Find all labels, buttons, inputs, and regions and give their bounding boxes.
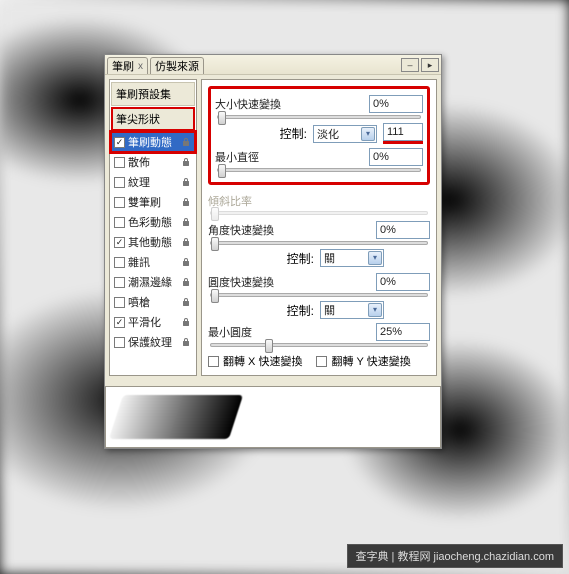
sidebar-checkbox[interactable] xyxy=(114,237,125,248)
angle-jitter-label: 角度快速變換 xyxy=(208,222,274,238)
tab-brush[interactable]: 筆刷 x xyxy=(107,57,148,74)
sidebar-checkbox[interactable] xyxy=(114,317,125,328)
sidebar-item-label: 其他動態 xyxy=(128,234,172,250)
roundness-jitter-label: 圓度快速變換 xyxy=(208,274,274,290)
sidebar-checkbox[interactable] xyxy=(114,297,125,308)
chevron-down-icon: ▾ xyxy=(368,251,382,265)
sidebar-item-8[interactable]: 噴槍 xyxy=(111,292,195,312)
sidebar-item-label: 色彩動態 xyxy=(128,214,172,230)
flip-x-label: 翻轉 X 快速變換 xyxy=(223,353,302,369)
lock-icon xyxy=(179,256,192,269)
roundness-jitter-value[interactable] xyxy=(376,273,430,291)
sidebar-item-6[interactable]: 雜訊 xyxy=(111,252,195,272)
sidebar-item-label: 雜訊 xyxy=(128,254,150,270)
min-roundness-label: 最小圓度 xyxy=(208,324,252,340)
sidebar-item-3[interactable]: 雙筆刷 xyxy=(111,192,195,212)
size-jitter-slider[interactable] xyxy=(217,115,421,119)
chevron-down-icon: ▾ xyxy=(361,127,375,141)
min-diameter-value[interactable] xyxy=(369,148,423,166)
brush-preview xyxy=(105,386,441,448)
sidebar-presets[interactable]: 筆刷預設集 xyxy=(111,82,195,106)
brush-panel: 筆刷 x 仿製來源 – ▸ 筆刷預設集 筆尖形狀 筆刷動態散佈紋理雙筆刷色彩動態… xyxy=(104,54,442,449)
lock-icon xyxy=(179,196,192,209)
panel-minimize-button[interactable]: – xyxy=(401,58,419,72)
panel-titlebar: 筆刷 x 仿製來源 – ▸ xyxy=(105,55,441,75)
sidebar-checkbox[interactable] xyxy=(114,177,125,188)
watermark: 查字典 | 教程网 jiaocheng.chazidian.com xyxy=(347,544,564,568)
tab-clone-label: 仿製來源 xyxy=(155,58,199,74)
angle-control-select[interactable]: 關 ▾ xyxy=(320,249,384,267)
flip-y-checkbox[interactable] xyxy=(316,356,327,367)
roundness-control-label: 控制: xyxy=(287,302,314,319)
min-diameter-slider[interactable] xyxy=(217,168,421,172)
min-roundness-value[interactable] xyxy=(376,323,430,341)
min-roundness-slider[interactable] xyxy=(210,343,428,347)
size-jitter-label: 大小快速變換 xyxy=(215,96,281,112)
roundness-control-select[interactable]: 關 ▾ xyxy=(320,301,384,319)
lock-icon xyxy=(179,136,192,149)
sidebar-item-label: 散佈 xyxy=(128,154,150,170)
sidebar-item-label: 平滑化 xyxy=(128,314,161,330)
roundness-control-select-value: 關 xyxy=(324,302,335,318)
size-jitter-value[interactable] xyxy=(369,95,423,113)
tilt-scale-slider xyxy=(210,211,428,215)
angle-jitter-slider[interactable] xyxy=(210,241,428,245)
tab-brush-close[interactable]: x xyxy=(138,61,143,72)
size-control-label: 控制: xyxy=(280,125,307,142)
sidebar-item-9[interactable]: 平滑化 xyxy=(111,312,195,332)
highlighted-section: 大小快速變換 控制: 淡化 ▾ 最小直徑 xyxy=(208,86,430,185)
flip-y-label: 翻轉 Y 快速變換 xyxy=(331,353,410,369)
sidebar-item-7[interactable]: 潮濕邊緣 xyxy=(111,272,195,292)
brush-preview-stroke xyxy=(109,395,243,439)
lock-icon xyxy=(179,176,192,189)
roundness-jitter-slider[interactable] xyxy=(210,293,428,297)
sidebar-checkbox[interactable] xyxy=(114,277,125,288)
sidebar-checkbox[interactable] xyxy=(114,137,125,148)
lock-icon xyxy=(179,296,192,309)
sidebar-item-1[interactable]: 散佈 xyxy=(111,152,195,172)
tab-clone-source[interactable]: 仿製來源 xyxy=(150,57,204,74)
lock-icon xyxy=(179,316,192,329)
sidebar-checkbox[interactable] xyxy=(114,337,125,348)
lock-icon xyxy=(179,236,192,249)
brush-dynamics-settings: 大小快速變換 控制: 淡化 ▾ 最小直徑 xyxy=(201,79,437,376)
size-control-select-value: 淡化 xyxy=(317,126,339,142)
angle-control-select-value: 關 xyxy=(324,250,335,266)
flip-x-checkbox[interactable] xyxy=(208,356,219,367)
lock-icon xyxy=(179,216,192,229)
sidebar-checkbox[interactable] xyxy=(114,257,125,268)
sidebar-item-label: 紋理 xyxy=(128,174,150,190)
lock-icon xyxy=(179,276,192,289)
lock-icon xyxy=(179,336,192,349)
angle-jitter-value[interactable] xyxy=(376,221,430,239)
sidebar-checkbox[interactable] xyxy=(114,217,125,228)
min-diameter-label: 最小直徑 xyxy=(215,149,259,165)
sidebar-item-label: 噴槍 xyxy=(128,294,150,310)
sidebar-item-0[interactable]: 筆刷動態 xyxy=(111,132,195,152)
panel-menu-button[interactable]: ▸ xyxy=(421,58,439,72)
sidebar-item-4[interactable]: 色彩動態 xyxy=(111,212,195,232)
sidebar-item-10[interactable]: 保護紋理 xyxy=(111,332,195,352)
sidebar-item-label: 潮濕邊緣 xyxy=(128,274,172,290)
tab-brush-label: 筆刷 xyxy=(112,58,134,74)
chevron-down-icon: ▾ xyxy=(368,303,382,317)
sidebar-item-label: 雙筆刷 xyxy=(128,194,161,210)
size-control-select[interactable]: 淡化 ▾ xyxy=(313,125,377,143)
lock-icon xyxy=(179,156,192,169)
sidebar-item-2[interactable]: 紋理 xyxy=(111,172,195,192)
angle-control-label: 控制: xyxy=(287,250,314,267)
sidebar-item-label: 保護紋理 xyxy=(128,334,172,350)
brush-options-sidebar: 筆刷預設集 筆尖形狀 筆刷動態散佈紋理雙筆刷色彩動態其他動態雜訊潮濕邊緣噴槍平滑… xyxy=(109,79,197,376)
sidebar-tip-shape[interactable]: 筆尖形狀 xyxy=(111,107,195,131)
sidebar-item-5[interactable]: 其他動態 xyxy=(111,232,195,252)
size-control-value[interactable] xyxy=(383,123,423,141)
sidebar-checkbox[interactable] xyxy=(114,197,125,208)
sidebar-item-label: 筆刷動態 xyxy=(128,134,172,150)
sidebar-checkbox[interactable] xyxy=(114,157,125,168)
